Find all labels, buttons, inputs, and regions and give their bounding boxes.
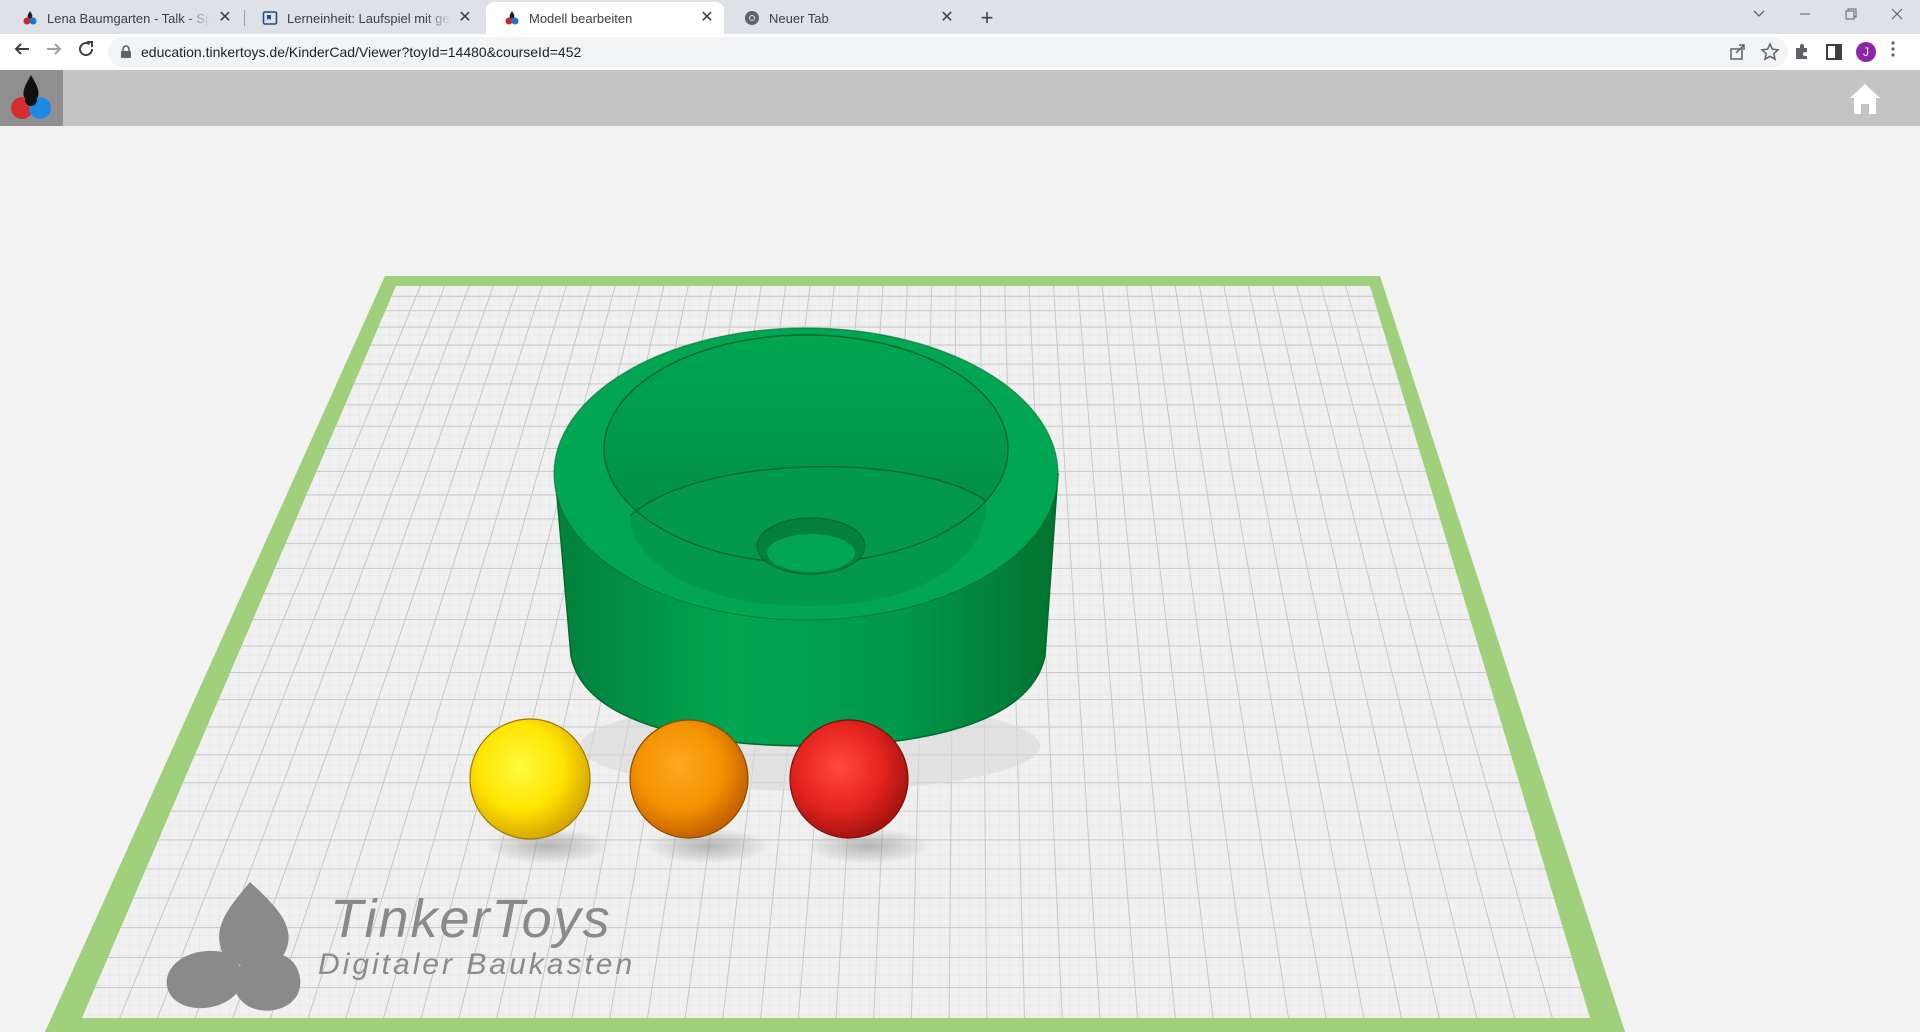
tinkertoys-logo-icon [11,75,51,119]
close-tab-icon[interactable]: ✕ [698,9,716,27]
tab-title: Lerneinheit: Laufspiel mit gezinkten Wür… [287,10,450,26]
tab-title: Lena Baumgarten - Talk - Sprechstunde [47,10,210,26]
browser-tab-strip: Lena Baumgarten - Talk - Sprechstunde ✕ … [0,0,1920,34]
home-icon [1850,84,1880,114]
close-tab-icon[interactable]: ✕ [456,9,474,27]
bookmark-star-icon[interactable] [1760,42,1780,62]
watermark-tagline: Digitaler Baukasten [318,948,636,981]
reload-icon[interactable] [72,38,100,66]
chrome-icon [745,11,759,25]
app-logo-button[interactable] [0,70,63,126]
tab-modell-bearbeiten[interactable]: Modell bearbeiten ✕ [486,2,724,34]
address-bar[interactable]: education.tinkertoys.de/KinderCad/Viewer… [108,37,1788,67]
share-icon[interactable] [1728,42,1748,62]
orange-ball[interactable] [629,719,749,839]
tinkertoys-logo-icon [505,11,519,25]
red-ball[interactable] [789,719,909,839]
watermark-brand: TinkerToys [330,889,612,949]
url-text: education.tinkertoys.de/KinderCad/Viewer… [141,44,582,60]
yellow-ball[interactable] [469,718,591,840]
restore-icon[interactable] [1828,0,1874,30]
back-icon[interactable] [8,38,36,66]
tab-neuer-tab[interactable]: Neuer Tab ✕ [726,2,964,34]
3d-viewer-canvas[interactable]: TinkerToys Digitaler Baukasten [0,126,1920,1032]
green-cylinder-bowl[interactable] [553,327,1059,791]
browser-toolbar: education.tinkertoys.de/KinderCad/Viewer… [0,34,1920,70]
browser-menu-icon[interactable] [1890,40,1896,64]
profile-avatar[interactable]: J [1856,42,1876,62]
tab-lerneinheit[interactable]: Lerneinheit: Laufspiel mit gezinkten Wür… [244,2,482,34]
new-tab-button[interactable]: + [974,5,1000,31]
tab-lena-baumgarten[interactable]: Lena Baumgarten - Talk - Sprechstunde ✕ [4,2,242,34]
home-button[interactable] [1848,82,1882,116]
tinkertoys-logo-icon [23,11,37,25]
close-window-icon[interactable] [1874,0,1920,30]
close-tab-icon[interactable]: ✕ [216,9,234,27]
lesson-icon [262,11,278,25]
minimize-icon[interactable] [1782,0,1828,30]
forward-icon[interactable] [40,38,68,66]
scene-svg [45,276,1625,1032]
lock-icon [121,45,131,58]
tab-title: Modell bearbeiten [529,10,633,26]
extensions-icon[interactable] [1792,42,1812,62]
close-tab-icon[interactable]: ✕ [938,9,956,27]
tab-title: Neuer Tab [769,10,829,26]
tab-search-icon[interactable] [1736,0,1782,30]
side-panel-icon[interactable] [1824,42,1844,62]
app-header [0,70,1920,126]
